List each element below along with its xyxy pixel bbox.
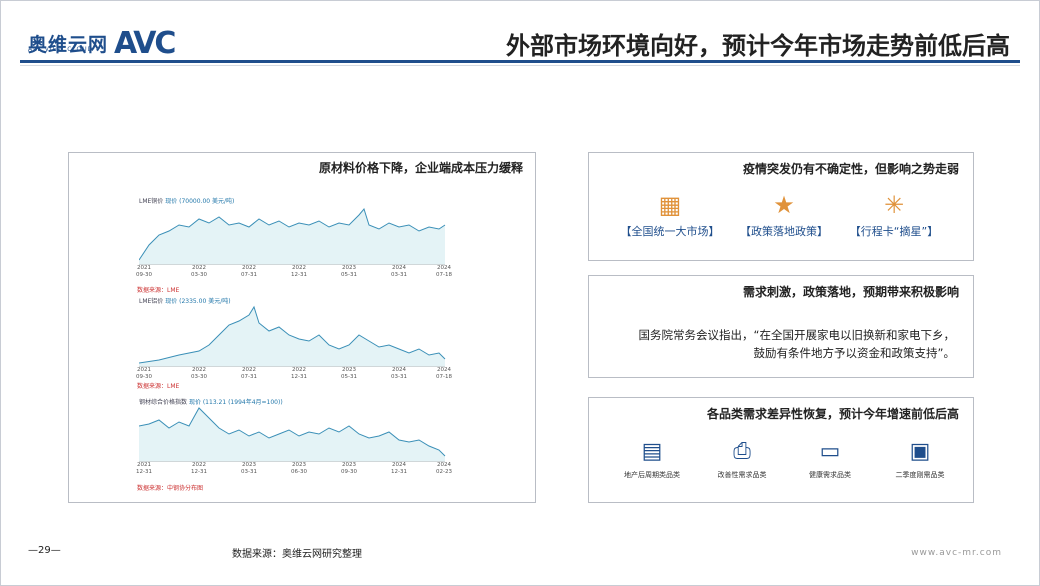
x-tick: 2022 07-31 (241, 265, 257, 278)
chart-legend: LME铝价 现价 (2335.00 美元/吨) (139, 296, 459, 305)
product-label: 改善性需求品类 (717, 471, 767, 479)
air-conditioner-icon: ▭ (819, 439, 841, 464)
x-tick: 2022 03-30 (191, 265, 207, 278)
legend-value: 现价 (70000.00 美元/吨) (165, 198, 235, 205)
x-tick: 2021 09-30 (136, 265, 152, 278)
brand-subtitle: ALL VIEW CLOUD (28, 46, 94, 53)
card-epidemic: 疫情突发仍有不确定性，但影响之势走弱 ▦ 【全国统一大市场】 ★ 【政策落地政策… (588, 152, 974, 261)
policy-book-icon: ★ (773, 191, 795, 219)
chart-panel-heading: 原材料价格下降，企业端成本压力缓释 (318, 161, 523, 175)
legend-name: LME铝价 (139, 298, 164, 305)
product-item: ⎙ 改善性需求品类 (697, 432, 787, 480)
brand-logo: AVC (114, 26, 176, 61)
printer-icon: ⎙ (733, 439, 751, 464)
card-heading: 疫情突发仍有不确定性，但影响之势走弱 (742, 162, 959, 176)
x-tick: 2023 03-31 (241, 462, 257, 475)
chart-legend: 钢材综合价格指数 现价 (113.21 (1994年4月=100)) (139, 397, 459, 406)
icon-item: ✳ 【行程卡“摘星”】 (839, 191, 949, 239)
x-tick: 2024 12-31 (391, 462, 407, 475)
body-line: 国务院常务会议指出，“在全国开展家电以旧换新和家电下乡， (638, 328, 955, 342)
product-label: 二季度刚需品类 (895, 471, 945, 479)
fan-icon: ▣ (909, 439, 931, 464)
legend-name: LME铜价 (139, 198, 164, 205)
footer-source: 数据来源：奥维云网研究整理 (232, 549, 362, 560)
icon-item-label: 【全国统一大市场】 (620, 225, 720, 238)
body-line: 鼓励有条件地方予以资金和政策支持”。 (753, 346, 955, 360)
appliance-panel-icon: ▤ (641, 439, 663, 464)
icon-item-label: 【行程卡“摘星”】 (849, 225, 939, 238)
x-axis-ticks: 2021 09-30 2022 03-30 2022 07-31 2022 12… (136, 265, 459, 279)
icon-item-label: 【政策落地政策】 (740, 225, 828, 238)
x-tick: 2022 07-31 (241, 367, 257, 380)
copper-source: 数据来源：LME (137, 287, 180, 294)
card-heading: 各品类需求差异性恢复，预计今年增速前低后高 (706, 407, 959, 421)
steel-line (139, 407, 446, 462)
x-tick: 2023 05-31 (341, 367, 357, 380)
x-tick: 2024 03-31 (391, 265, 407, 278)
product-label: 健康需求品类 (809, 471, 851, 479)
page-title: 外部市场环境向好，预计今年市场走势前低后高 (506, 32, 1010, 60)
aluminum-chart: LME铝价 现价 (2335.00 美元/吨) 2021 09-30 2022 … (136, 296, 459, 381)
x-tick: 2021 09-30 (136, 367, 152, 380)
copper-chart: LME铜价 现价 (70000.00 美元/吨) 2021 09-30 2022… (136, 196, 459, 279)
aluminum-source: 数据来源：LME (137, 383, 180, 390)
x-tick: 2024 02-23 (436, 462, 452, 475)
chart-panel: 原材料价格下降，企业端成本压力缓释 LME铜价 现价 (70000.00 美元/… (68, 152, 536, 503)
icon-item: ▦ 【全国统一大市场】 (615, 191, 725, 239)
steel-source: 数据来源：中钢协分布图 (137, 485, 204, 492)
product-label: 地产后周期类品类 (624, 471, 680, 479)
x-tick: 2024 07-18 (436, 367, 452, 380)
card-body: 国务院常务会议指出，“在全国开展家电以旧换新和家电下乡， 鼓励有条件地方予以资金… (615, 326, 955, 362)
x-tick: 2024 03-31 (391, 367, 407, 380)
legend-value: 现价 (113.21 (1994年4月=100)) (188, 399, 283, 406)
x-tick: 2022 12-31 (291, 367, 307, 380)
chart-legend: LME铜价 现价 (70000.00 美元/吨) (139, 196, 459, 205)
x-tick: 2023 09-30 (341, 462, 357, 475)
page-number: —29— (28, 545, 61, 556)
x-axis-ticks: 2021 09-30 2022 03-30 2022 07-31 2022 12… (136, 367, 459, 381)
product-item: ▤ 地产后周期类品类 (607, 432, 697, 480)
star-burst-icon: ✳ (883, 191, 905, 219)
steel-chart: 钢材综合价格指数 现价 (113.21 (1994年4月=100)) 2021 … (136, 397, 459, 476)
footer-url: www.avc-mr.com (911, 548, 1002, 558)
x-tick: 2023 05-31 (341, 265, 357, 278)
legend-name: 钢材综合价格指数 (139, 399, 188, 406)
brand: 奥维云网 AVC (28, 26, 176, 61)
product-item: ▭ 健康需求品类 (785, 432, 875, 480)
aluminum-line (139, 305, 446, 367)
title-divider (20, 60, 1020, 66)
x-tick: 2022 03-30 (191, 367, 207, 380)
building-icon: ▦ (658, 191, 682, 219)
x-axis-ticks: 2021 12-31 2022 12-31 2023 03-31 2023 06… (136, 462, 459, 476)
product-item: ▣ 二季度刚需品类 (875, 432, 965, 480)
card-categories: 各品类需求差异性恢复，预计今年增速前低后高 ▤ 地产后周期类品类 ⎙ 改善性需求… (588, 397, 974, 503)
legend-value: 现价 (2335.00 美元/吨) (165, 298, 231, 305)
card-heading: 需求刺激，政策落地，预期带来积极影响 (742, 285, 959, 299)
card-policy: 需求刺激，政策落地，预期带来积极影响 国务院常务会议指出，“在全国开展家电以旧换… (588, 275, 974, 378)
copper-line (139, 207, 446, 265)
x-tick: 2021 12-31 (136, 462, 152, 475)
x-tick: 2022 12-31 (191, 462, 207, 475)
x-tick: 2023 06-30 (291, 462, 307, 475)
x-tick: 2022 12-31 (291, 265, 307, 278)
icon-item: ★ 【政策落地政策】 (729, 191, 839, 239)
x-tick: 2024 07-18 (436, 265, 452, 278)
